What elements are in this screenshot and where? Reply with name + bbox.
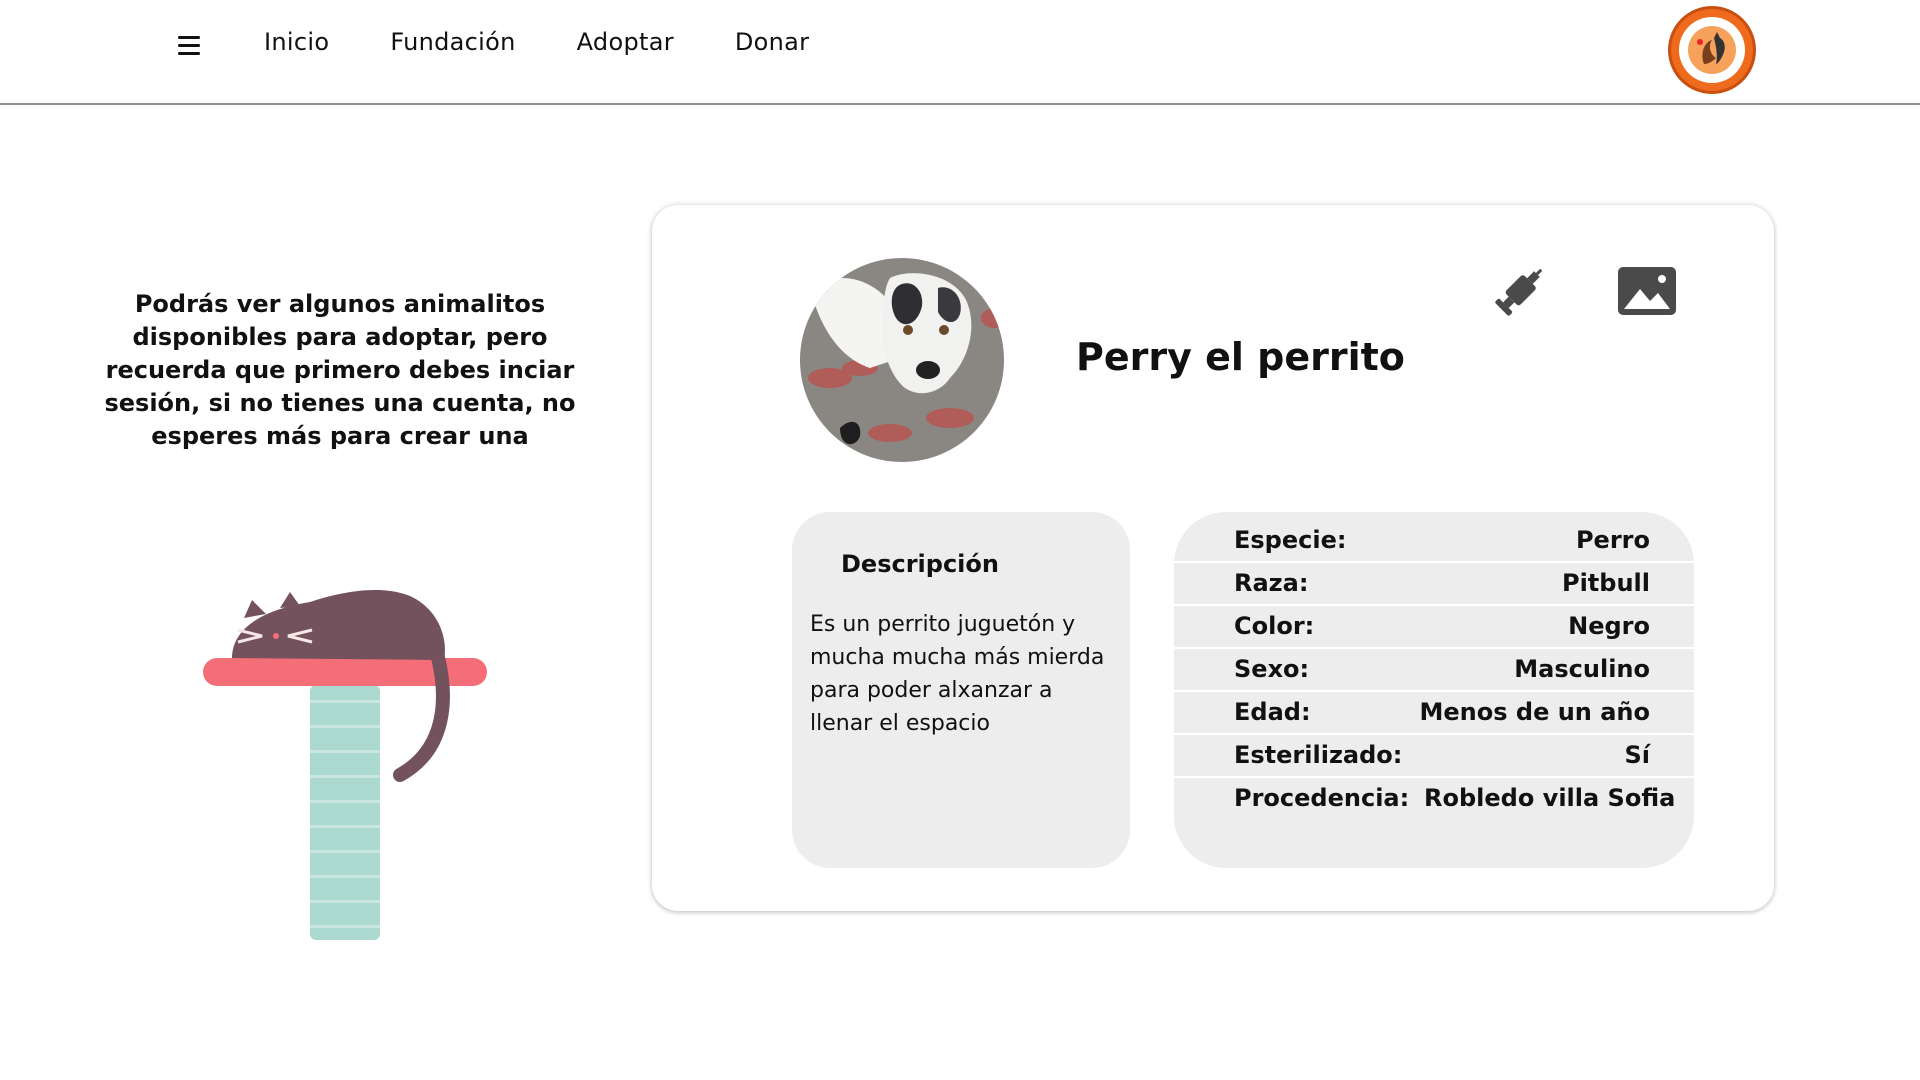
attribute-row-especie: Especie: Perro <box>1174 520 1694 563</box>
pet-attributes-table: Especie: Perro Raza: Pitbull Color: Negr… <box>1174 512 1694 868</box>
adoption-intro-text: Podrás ver algunos animalitos disponible… <box>104 290 576 450</box>
attribute-value: Robledo villa Sofia <box>1424 784 1676 812</box>
attribute-key: Especie: <box>1234 526 1347 554</box>
dog-photo-image <box>800 258 1004 462</box>
hamburger-menu-icon[interactable] <box>178 30 208 60</box>
attribute-key: Color: <box>1234 612 1315 640</box>
nav-link-inicio[interactable]: Inicio <box>264 28 329 56</box>
sleeping-cat-illustration <box>203 589 487 940</box>
description-title: Descripción <box>841 550 999 578</box>
attribute-key: Edad: <box>1234 698 1311 726</box>
attribute-row-raza: Raza: Pitbull <box>1174 563 1694 606</box>
description-panel: Descripción Es un perrito juguetón y muc… <box>792 512 1130 868</box>
attribute-value: Menos de un año <box>1419 698 1650 726</box>
foundation-logo[interactable] <box>1668 6 1756 94</box>
top-navigation-bar: Inicio Fundación Adoptar Donar <box>0 0 1920 105</box>
dog-photo <box>800 258 1004 462</box>
syringe-icon[interactable] <box>1490 261 1550 321</box>
scratching-post <box>310 685 380 940</box>
image-gallery-icon[interactable] <box>1618 267 1676 315</box>
attribute-row-esterilizado: Esterilizado: Sí <box>1174 735 1694 778</box>
attribute-value: Sí <box>1624 741 1650 769</box>
attribute-value: Masculino <box>1514 655 1650 683</box>
attribute-row-edad: Edad: Menos de un año <box>1174 692 1694 735</box>
nav-link-adoptar[interactable]: Adoptar <box>577 28 674 56</box>
main-nav: Inicio Fundación Adoptar Donar <box>264 28 870 56</box>
attribute-value: Pitbull <box>1561 569 1650 597</box>
attribute-row-procedencia: Procedencia: Robledo villa Sofia <box>1174 778 1694 821</box>
attribute-key: Esterilizado: <box>1234 741 1403 769</box>
attribute-key: Raza: <box>1234 569 1309 597</box>
pet-detail-card: Perry el perrito Descripción Es un perri… <box>652 205 1774 911</box>
attribute-row-color: Color: Negro <box>1174 606 1694 649</box>
attribute-value: Negro <box>1568 612 1650 640</box>
attribute-key: Sexo: <box>1234 655 1310 683</box>
attribute-row-sexo: Sexo: Masculino <box>1174 649 1694 692</box>
description-text: Es un perrito juguetón y mucha mucha más… <box>810 612 1105 736</box>
pet-name-heading: Perry el perrito <box>1076 335 1405 379</box>
attribute-value: Perro <box>1575 526 1650 554</box>
nav-link-fundacion[interactable]: Fundación <box>390 28 515 56</box>
nav-link-donar[interactable]: Donar <box>735 28 809 56</box>
attribute-key: Procedencia: <box>1234 784 1410 812</box>
cat-dog-logo-icon <box>1688 26 1736 74</box>
